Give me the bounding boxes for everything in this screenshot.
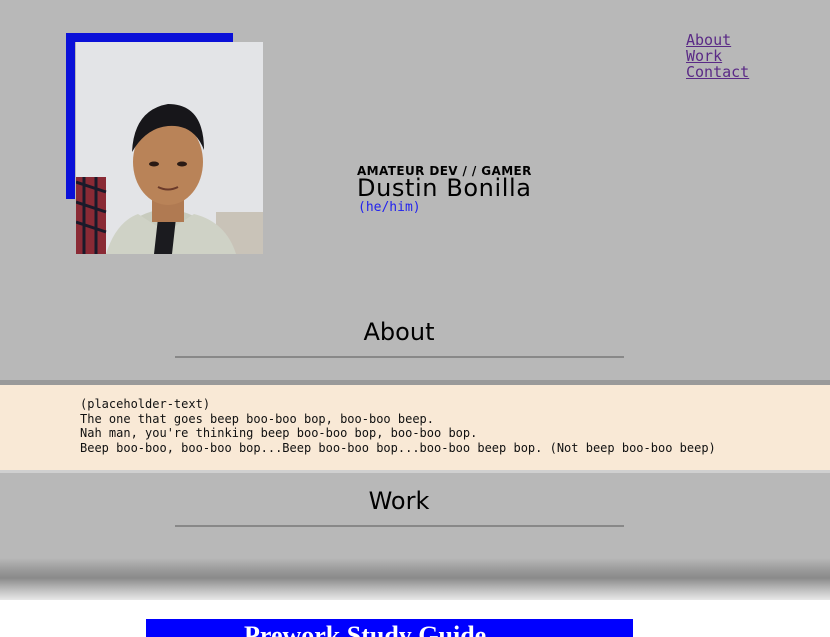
section-shadow-divider [0,558,830,606]
profile-photo [76,42,263,254]
work-title-divider [175,525,624,527]
main-nav: About Work Contact [686,32,749,80]
about-line: Beep boo-boo, boo-boo bop...Beep boo-boo… [80,440,716,455]
nav-link-contact[interactable]: Contact [686,64,749,80]
about-title-divider [175,356,624,358]
nav-link-about[interactable]: About [686,32,749,48]
about-panel: (placeholder-text) The one that goes bee… [0,385,830,470]
work-section-title: Work [368,487,430,515]
about-line: Nah man, you're thinking beep boo-boo bo… [80,426,478,441]
work-project-title: Prework Study Guide [244,621,487,637]
about-section-title: About [363,318,435,346]
about-text: (placeholder-text) The one that goes bee… [80,397,716,455]
hero-pronouns: (he/him) [358,200,421,215]
hero-name: Dustin Bonilla [357,174,532,202]
about-panel-bottom-border [0,470,830,473]
about-line: (placeholder-text) [80,397,211,411]
nav-link-work[interactable]: Work [686,48,749,64]
work-project-banner[interactable]: Prework Study Guide [146,619,633,637]
about-line: The one that goes beep boo-boo bop, boo-… [80,411,435,426]
